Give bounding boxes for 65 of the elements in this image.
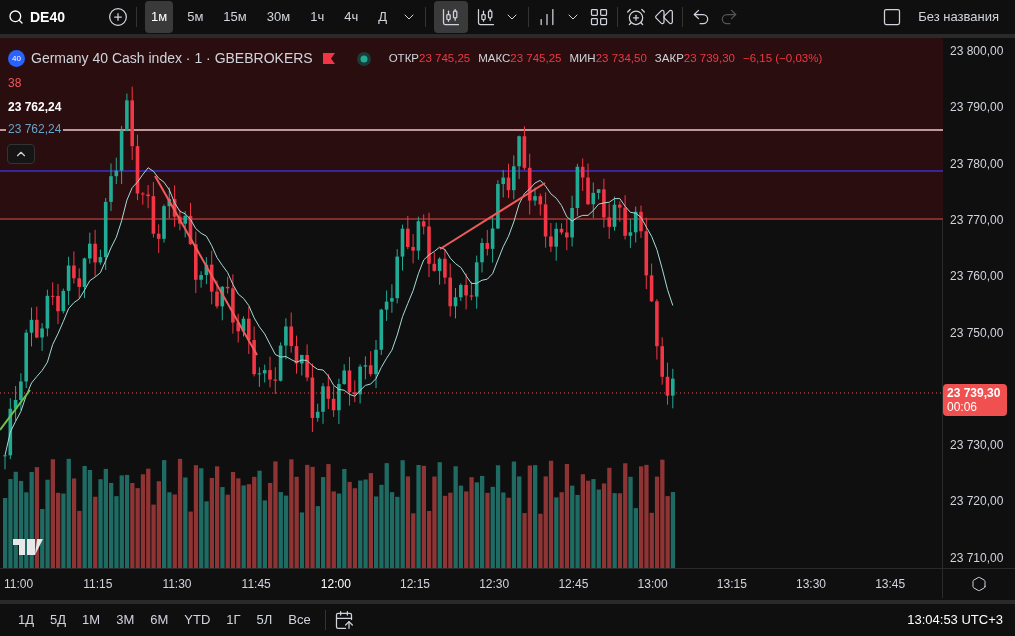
time-tick: 13:00 bbox=[637, 576, 668, 593]
price-tick: 23 800,00 bbox=[950, 43, 1004, 60]
time-tick: 11:15 bbox=[83, 576, 113, 593]
time-tick: 12:15 bbox=[400, 576, 431, 593]
calendar-icon[interactable] bbox=[333, 610, 354, 630]
price-tick: 23 770,00 bbox=[950, 211, 1004, 229]
price-change: −6,15 (−0,03%) bbox=[743, 50, 823, 66]
interval-button[interactable]: Д bbox=[372, 1, 393, 33]
price-label: 23 762,24 bbox=[8, 99, 62, 116]
time-tick: 11:30 bbox=[162, 576, 192, 593]
chart-title: Germany 40 Cash index · 1 · GBEBROKERS bbox=[31, 49, 313, 68]
flag-icon bbox=[322, 53, 335, 64]
candles-icon bbox=[441, 7, 461, 27]
alarm-icon[interactable] bbox=[626, 7, 646, 27]
price-tick: 23 750,00 bbox=[950, 324, 1004, 342]
add-icon[interactable] bbox=[108, 7, 128, 27]
search-icon bbox=[8, 9, 24, 25]
grid-icon[interactable] bbox=[589, 7, 609, 27]
clock: 13:04:53 UTC+3 bbox=[907, 611, 1003, 630]
rewind-icon[interactable] bbox=[654, 7, 674, 27]
range-button[interactable]: 5Д bbox=[44, 610, 73, 630]
ohlc-value: ОТКР23 745,25 bbox=[388, 50, 471, 66]
interval-button[interactable]: 4ч bbox=[338, 1, 365, 33]
symbol-search[interactable]: DE40 bbox=[8, 6, 100, 28]
price-tick: 23 730,00 bbox=[950, 437, 1004, 455]
square-icon[interactable] bbox=[882, 7, 903, 27]
logo-icon bbox=[13, 539, 43, 555]
interval-button[interactable]: 15м bbox=[217, 1, 253, 33]
range-button[interactable]: 5Л bbox=[250, 610, 279, 630]
candles-button[interactable] bbox=[434, 1, 468, 33]
trend-line bbox=[0, 389, 31, 431]
time-tick: 13:15 bbox=[716, 576, 747, 593]
range-button[interactable]: 1Г bbox=[220, 610, 247, 630]
ohlc-value: ЗАКР23 739,30 bbox=[654, 50, 735, 66]
time-tick: 11:00 bbox=[4, 576, 34, 593]
time-tick: 12:30 bbox=[479, 576, 510, 593]
price-tick: 23 790,00 bbox=[950, 99, 1004, 117]
range-button[interactable]: Все bbox=[282, 610, 317, 630]
price-tick: 23 720,00 bbox=[950, 493, 1004, 511]
time-tick: 13:30 bbox=[796, 576, 827, 593]
time-tick: 13:45 bbox=[875, 576, 906, 593]
collapse-button[interactable] bbox=[7, 144, 35, 164]
interval-button[interactable]: 1м bbox=[145, 1, 174, 33]
indicator-value: 38 bbox=[8, 75, 22, 92]
range-button[interactable]: YTD bbox=[178, 610, 217, 630]
ohlc-value: МИН23 734,50 bbox=[569, 50, 647, 66]
status-dot-icon bbox=[356, 51, 371, 66]
last-price-tag: 23 739,30 00:06 bbox=[943, 384, 1007, 416]
interval-button[interactable]: 30м bbox=[260, 1, 297, 33]
time-tick: 12:45 bbox=[558, 576, 589, 593]
range-button[interactable]: 6М bbox=[144, 610, 175, 630]
redo-icon[interactable] bbox=[719, 7, 739, 27]
price-tick: 23 710,00 bbox=[950, 549, 1004, 567]
interval-button[interactable]: 1ч bbox=[304, 1, 331, 33]
range-button[interactable]: 3М bbox=[110, 610, 141, 630]
undo-icon[interactable] bbox=[691, 7, 711, 27]
range-button[interactable]: 1М bbox=[76, 610, 107, 630]
price-tick: 23 780,00 bbox=[950, 155, 1004, 173]
interval-button[interactable]: 5м bbox=[181, 1, 210, 33]
ohlc-value: МАКС23 745,25 bbox=[478, 50, 562, 66]
range-button[interactable]: 1Д bbox=[12, 610, 41, 630]
time-tick: 11:45 bbox=[241, 576, 271, 593]
layout-name-button[interactable]: Без названия bbox=[910, 7, 1007, 27]
price-tick: 23 760,00 bbox=[950, 268, 1004, 286]
time-tick: 12:00 bbox=[320, 576, 351, 593]
